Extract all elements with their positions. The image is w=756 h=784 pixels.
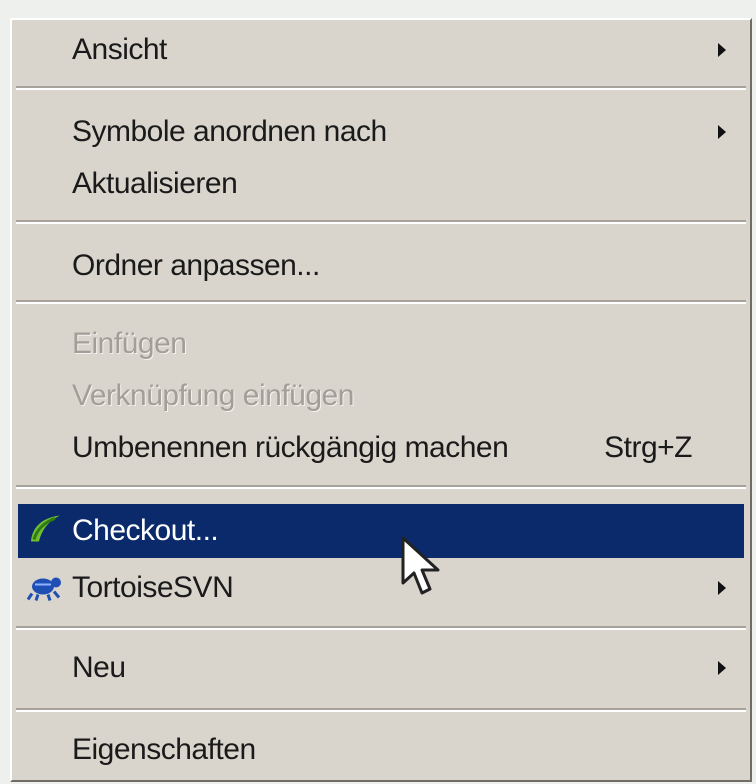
checkout-icon (26, 512, 64, 551)
menu-item-label: Aktualisieren (72, 167, 238, 200)
menu-item-tortoisesvn[interactable]: TortoiseSVN (18, 562, 744, 614)
menu-item-label: Symbole anordnen nach (72, 115, 387, 148)
context-menu: Ansicht Symbole anordnen nach Aktualisie… (10, 18, 752, 782)
menu-item-shortcut: Strg+Z (604, 431, 692, 464)
menu-item-symbole-anordnen-nach[interactable]: Symbole anordnen nach (18, 106, 744, 158)
menu-separator (16, 626, 746, 630)
submenu-arrow-icon (718, 125, 726, 139)
menu-item-aktualisieren[interactable]: Aktualisieren (18, 158, 744, 210)
menu-item-umbenennen-rueckgaengig[interactable]: Umbenennen rückgängig machen Strg+Z (18, 422, 744, 474)
menu-item-label: Neu (72, 651, 126, 684)
menu-item-einfuegen: Einfügen (18, 318, 744, 370)
menu-item-verknuepfung-einfuegen: Verknüpfung einfügen (18, 370, 744, 422)
mouse-cursor-icon (400, 535, 444, 604)
menu-separator (16, 708, 746, 712)
menu-separator (16, 485, 746, 489)
submenu-arrow-icon (718, 581, 726, 595)
menu-item-label: Eigenschaften (72, 733, 256, 766)
menu-item-label: Checkout... (72, 514, 219, 547)
menu-item-checkout[interactable]: Checkout... (18, 504, 744, 558)
submenu-arrow-icon (718, 43, 726, 57)
menu-item-label: Ordner anpassen... (72, 249, 320, 282)
menu-item-label: Umbenennen rückgängig machen (72, 431, 509, 464)
menu-item-ansicht[interactable]: Ansicht (18, 24, 744, 76)
tortoisesvn-icon (26, 570, 64, 607)
menu-separator (16, 300, 746, 304)
menu-item-eigenschaften[interactable]: Eigenschaften (18, 724, 744, 776)
menu-separator (16, 220, 746, 224)
menu-item-label: Ansicht (72, 33, 167, 66)
menu-item-label: Einfügen (72, 327, 187, 360)
menu-separator (16, 86, 746, 90)
menu-item-neu[interactable]: Neu (18, 642, 744, 694)
menu-item-ordner-anpassen[interactable]: Ordner anpassen... (18, 240, 744, 292)
submenu-arrow-icon (718, 661, 726, 675)
menu-item-label: Verknüpfung einfügen (72, 379, 354, 412)
menu-item-label: TortoiseSVN (72, 571, 234, 604)
